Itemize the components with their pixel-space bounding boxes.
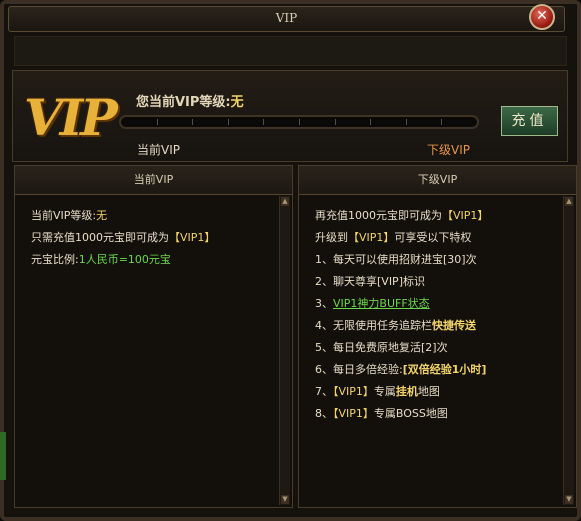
progress-tick [405,119,407,125]
text: 【VIP1】 [348,231,395,244]
current-level: 您当前VIP等级:无 [136,91,244,110]
level-label: 您当前VIP等级: [136,95,231,110]
progress-tick [441,119,443,125]
scrollbar[interactable]: ▲ ▼ [279,196,290,505]
list-item: 3、VIP1神力BUFF状态 [315,295,430,311]
text: 【VIP1】 [333,385,374,398]
list-item: 只需充值1000元宝即可成为【VIP1】 [31,229,215,245]
list-item: 7、【VIP1】专属挂机地图 [315,383,440,399]
current-vip-panel: 当前VIP 当前VIP等级:无 只需充值1000元宝即可成为【VIP1】 元宝比… [14,165,293,508]
next-vip-panel-body: 再充值1000元宝即可成为【VIP1】 升级到【VIP1】可享受以下特权 1、每… [299,194,576,507]
level-value: 无 [230,95,244,110]
progress-tick [299,119,300,125]
text: 当前VIP等级: [31,209,97,222]
list-item: 升级到【VIP1】可享受以下特权 [315,229,471,245]
close-icon[interactable]: ✕ [529,4,555,30]
text: 4、无限使用任务追踪栏 [315,319,432,332]
text: 再充值1000元宝即可成为 [315,209,442,222]
text: 元宝比例: [31,253,79,266]
list-item: 4、无限使用任务追踪栏快捷传送 [315,317,476,333]
window-title: VIP [275,11,298,25]
list-item: 再充值1000元宝即可成为【VIP1】 [315,207,488,223]
progress-tick [263,119,265,125]
current-vip-panel-body: 当前VIP等级:无 只需充值1000元宝即可成为【VIP1】 元宝比例:1人民币… [15,194,292,507]
current-vip-panel-title: 当前VIP [15,166,292,195]
progress-tick [156,119,158,125]
text: 【VIP1】 [442,209,489,222]
current-vip-label: 当前VIP [137,143,180,157]
text: 【VIP1】 [333,407,374,420]
vip-buff-link[interactable]: VIP1神力BUFF状态 [333,297,430,310]
text: 专属 [373,385,396,398]
next-vip-label: 下级VIP [427,143,470,157]
progress-tick [334,119,336,125]
scroll-up-icon[interactable]: ▲ [565,197,573,206]
text: 3、 [315,297,333,310]
list-item: 5、每日免费原地复活[2]次 [315,341,448,354]
text: 可享受以下特权 [394,231,472,244]
scroll-down-icon[interactable]: ▼ [565,495,573,504]
text: 7、 [315,385,333,398]
background-foliage [0,432,6,480]
scroll-up-icon[interactable]: ▲ [281,197,289,206]
next-vip-panel: 下级VIP 再充值1000元宝即可成为【VIP1】 升级到【VIP1】可享受以下… [298,165,577,508]
text: 只需充值1000元宝即可成为 [31,231,169,244]
list-item: 2、聊天尊享[VIP]标识 [315,275,425,288]
progress-tick [227,119,229,125]
recharge-button[interactable]: 充值 [501,106,558,136]
vip-logo: VIP [24,88,118,147]
list-item: 1、每天可以使用招财进宝[30]次 [315,253,477,266]
progress-tick [192,119,194,125]
text: 1人民币=100元宝 [78,253,171,266]
text: 无 [96,209,108,222]
title-bar: VIP [8,6,565,32]
scrollbar[interactable]: ▲ ▼ [563,196,574,505]
progress-tick [370,119,372,125]
text: 地图 [417,385,440,398]
text: 专属BOSS地图 [373,407,448,420]
top-strip [14,36,567,66]
list-item: 8、【VIP1】专属BOSS地图 [315,405,448,421]
next-vip-panel-title: 下级VIP [299,166,576,195]
text: 6、每日多倍经验: [315,363,403,376]
list-item: 6、每日多倍经验:[双倍经验1小时] [315,361,486,377]
text: 快捷传送 [432,319,476,332]
text: 【VIP1】 [169,231,216,244]
text: 8、 [315,407,333,420]
text: 升级到 [315,231,348,244]
list-item: 当前VIP等级:无 [31,207,107,223]
text: [双倍经验1小时] [402,363,487,376]
list-item: 元宝比例:1人民币=100元宝 [31,251,171,267]
vip-progress-bar [119,115,479,129]
text: 挂机 [395,385,418,398]
scroll-down-icon[interactable]: ▼ [281,495,289,504]
